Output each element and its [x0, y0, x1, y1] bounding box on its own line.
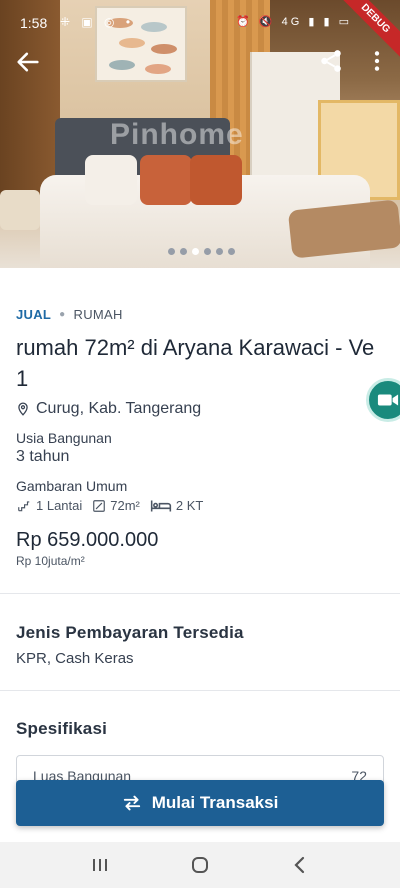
system-navigation-bar	[0, 842, 400, 888]
carousel-dot-active	[192, 248, 199, 255]
home-circle-icon	[192, 857, 208, 873]
feature-bedrooms: 2 KT	[150, 498, 203, 513]
status-bar: 1:58 ⁜ ▣ ◎ • ⏰ 🔇 4G ▮ ▮ ▭	[0, 0, 400, 40]
share-icon	[321, 50, 341, 72]
back-arrow-icon	[17, 52, 39, 72]
back-button[interactable]	[14, 48, 42, 76]
feature-floors-text: 1 Lantai	[36, 498, 83, 513]
recent-apps-button[interactable]	[80, 850, 120, 880]
carousel-dot	[228, 248, 235, 255]
property-category: RUMAH	[73, 306, 123, 322]
divider	[0, 593, 400, 594]
payment-methods: KPR, Cash Keras	[16, 650, 134, 667]
stairs-icon	[18, 500, 30, 511]
pillow	[190, 155, 242, 205]
separator-dot: ●	[59, 308, 66, 320]
network-label: 4G	[281, 16, 303, 28]
carousel-dot	[168, 248, 175, 255]
share-button[interactable]	[318, 48, 346, 76]
carousel-dot	[216, 248, 223, 255]
carousel-dot	[180, 248, 187, 255]
payment-section-title: Jenis Pembayaran Tersedia	[16, 623, 244, 642]
building-age-value: 3 tahun	[16, 448, 70, 465]
start-transaction-label: Mulai Transaksi	[151, 793, 279, 812]
blanket	[287, 199, 400, 259]
pillow	[85, 155, 137, 205]
chevron-left-icon	[294, 856, 305, 874]
listing-category: JUAL ● RUMAH	[16, 304, 384, 324]
listing-title: rumah 72m² di Aryana Karawaci - Ve 1	[16, 335, 375, 391]
price-per-m2: Rp 10juta/m²	[16, 554, 85, 568]
more-options-button[interactable]	[364, 48, 392, 76]
listing-type: JUAL	[16, 306, 52, 322]
watermark: Pinhome	[110, 118, 244, 151]
feature-area-text: 72m²	[110, 498, 140, 513]
chair	[0, 190, 40, 230]
carousel-indicator	[168, 248, 235, 255]
start-transaction-button[interactable]: Mulai Transaksi	[16, 780, 384, 826]
overview-features: 1 Lantai 72m² 2 KT	[16, 498, 384, 513]
status-system-icons: ⏰ 🔇 4G ▮ ▮ ▭	[236, 16, 352, 28]
system-back-button[interactable]	[280, 850, 320, 880]
video-camera-icon	[377, 394, 399, 406]
divider	[0, 690, 400, 691]
area-icon	[93, 499, 106, 512]
status-notification-icons: ⁜ ▣ ◎ •	[60, 15, 135, 29]
home-button[interactable]	[180, 850, 220, 880]
specs-section-title: Spesifikasi	[16, 719, 108, 738]
building-age-label: Usia Bangunan	[16, 430, 112, 446]
listing-price: Rp 659.000.000	[16, 529, 159, 551]
listing-location: Curug, Kab. Tangerang	[16, 400, 384, 418]
feature-bedrooms-text: 2 KT	[175, 498, 204, 513]
status-time: 1:58	[20, 15, 48, 31]
swap-arrows-icon	[123, 795, 140, 811]
feature-area: 72m²	[92, 498, 140, 513]
listing-photo-carousel[interactable]: Pinhome	[0, 0, 400, 268]
pillow	[140, 155, 192, 205]
feature-floors: 1 Lantai	[16, 498, 82, 513]
overview-label: Gambaran Umum	[16, 478, 128, 494]
bed-icon	[150, 500, 172, 511]
location-text: Curug, Kab. Tangerang	[36, 400, 202, 417]
recent-apps-icon	[93, 859, 107, 871]
location-pin-icon	[18, 402, 28, 416]
listing-summary: JUAL ● RUMAH rumah 72m² di Aryana Karawa…	[16, 304, 384, 569]
carousel-dot	[204, 248, 211, 255]
more-vertical-icon	[374, 51, 380, 71]
